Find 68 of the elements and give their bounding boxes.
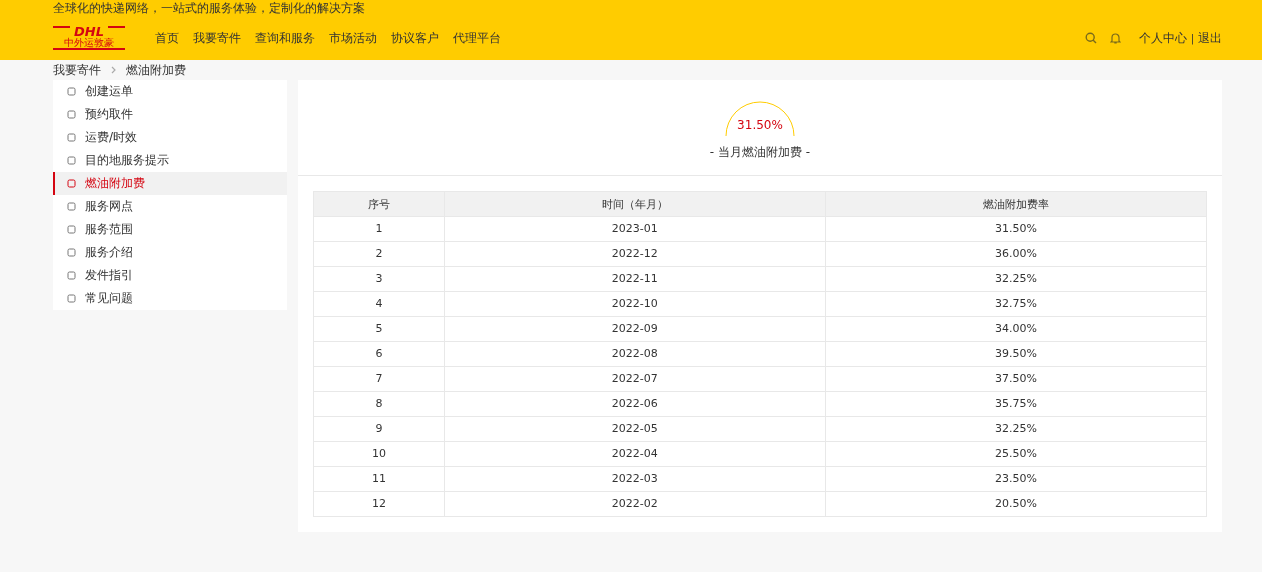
nav-link[interactable]: 查询和服务	[255, 29, 315, 47]
table-cell: 2022-10	[444, 291, 826, 317]
gauge-arc	[725, 100, 795, 136]
table-cell: 32.25%	[825, 416, 1207, 442]
table-cell: 2023-01	[444, 216, 826, 242]
bell-icon[interactable]	[1109, 32, 1121, 44]
gauge-value: 31.50%	[736, 118, 784, 132]
table-cell: 10	[313, 441, 445, 467]
table-cell: 2022-08	[444, 341, 826, 367]
column-header: 燃油附加费率	[825, 191, 1207, 217]
separator-text: |	[1190, 32, 1194, 44]
breadcrumb-current: 燃油附加费	[126, 61, 186, 79]
search-icon[interactable]	[1084, 32, 1097, 44]
nav-link[interactable]: 首页	[155, 29, 179, 47]
slogan-text: 全球化的快递网络，一站式的服务体验，定制化的解决方案	[53, 0, 366, 16]
table-cell: 8	[313, 391, 445, 417]
table-cell: 37.50%	[825, 366, 1207, 392]
table-cell: 34.00%	[825, 316, 1207, 342]
table-cell: 12	[313, 491, 445, 517]
column-header: 序号	[313, 191, 445, 217]
table-cell: 4	[313, 291, 445, 317]
table-cell: 2022-09	[444, 316, 826, 342]
table-cell: 2022-12	[444, 241, 826, 267]
sidebar-item[interactable]: 燃油附加费	[53, 172, 287, 195]
breadcrumb-link[interactable]: 我要寄件	[53, 61, 101, 79]
nav-link[interactable]: 我要寄件	[193, 29, 241, 47]
logout-link[interactable]: 退出	[1198, 29, 1222, 47]
table-cell: 23.50%	[825, 466, 1207, 492]
gauge-caption: - 当月燃油附加费 -	[709, 144, 811, 161]
user-center-link[interactable]: 个人中心	[1138, 29, 1187, 47]
table-cell: 2022-03	[444, 466, 826, 492]
table-cell: 20.50%	[825, 491, 1207, 517]
table-cell: 1	[313, 216, 445, 242]
chevron-icon	[111, 66, 116, 74]
table-cell: 31.50%	[825, 216, 1207, 242]
table-cell: 36.00%	[825, 241, 1207, 267]
table-cell: 2022-07	[444, 366, 826, 392]
table-cell: 3	[313, 266, 445, 292]
sidebar-item[interactable]: 预约取件	[53, 103, 287, 126]
table-cell: 5	[313, 316, 445, 342]
table-cell: 35.75%	[825, 391, 1207, 417]
table-cell: 32.75%	[825, 291, 1207, 317]
table-cell: 2022-04	[444, 441, 826, 467]
table-cell: 7	[313, 366, 445, 392]
table-cell: 39.50%	[825, 341, 1207, 367]
logo[interactable]: DHL 中外运敦豪	[53, 26, 125, 50]
table-cell: 2022-02	[444, 491, 826, 517]
table-cell: 2022-06	[444, 391, 826, 417]
sidebar-item[interactable]: 服务介绍	[53, 241, 287, 264]
sidebar-item[interactable]: 目的地服务提示	[53, 149, 287, 172]
table-cell: 11	[313, 466, 445, 492]
table-cell: 32.25%	[825, 266, 1207, 292]
sidebar-item[interactable]: 服务网点	[53, 195, 287, 218]
sidebar-item[interactable]: 服务范围	[53, 218, 287, 241]
table-cell: 2	[313, 241, 445, 267]
table-cell: 6	[313, 341, 445, 367]
sidebar-item[interactable]: 常见问题	[53, 287, 287, 310]
nav-link[interactable]: 协议客户	[391, 29, 439, 47]
nav-link[interactable]: 市场活动	[329, 29, 377, 47]
table-cell: 25.50%	[825, 441, 1207, 467]
table-cell: 9	[313, 416, 445, 442]
sidebar-item[interactable]: 发件指引	[53, 264, 287, 287]
sidebar-item[interactable]: 运费/时效	[53, 126, 287, 149]
column-header: 时间（年月）	[444, 191, 826, 217]
table-cell: 2022-11	[444, 266, 826, 292]
nav-link[interactable]: 代理平台	[453, 29, 501, 47]
table-cell: 2022-05	[444, 416, 826, 442]
sidebar-item[interactable]: 创建运单	[53, 80, 287, 103]
